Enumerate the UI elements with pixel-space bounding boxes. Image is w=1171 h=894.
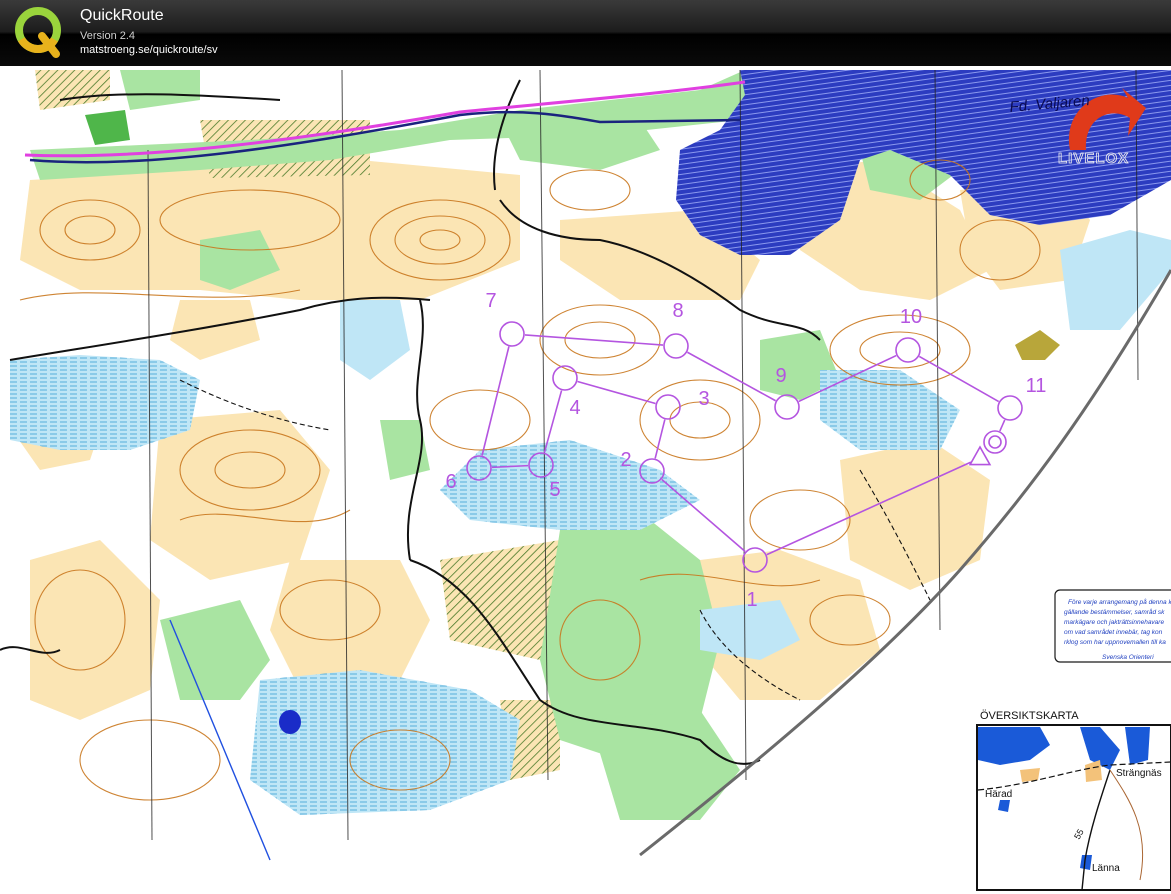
control-number-3: 3 (698, 388, 709, 410)
control-number-11: 11 (1026, 375, 1047, 397)
app-title: QuickRoute (80, 7, 164, 24)
notice-line-6: Svenska Orienteri (1102, 654, 1154, 661)
app-url[interactable]: matstroeng.se/quickroute/sv (80, 44, 218, 56)
notice-line-4: om vad samrådet innebär, tag kon (1064, 628, 1163, 636)
notice-box: Före varje arrangemang på denna k gällan… (1054, 589, 1171, 663)
orienteering-map[interactable]: LIVELOX Fd. Valjaren Före varje arrangem… (0, 66, 1171, 894)
overview-place-strangnas: Strängnäs (1116, 768, 1162, 779)
pond (279, 710, 301, 734)
notice-line-2: gällande bestämmelser, samråd sk (1064, 608, 1165, 616)
notice-line-1: Före varje arrangemang på denna k (1068, 598, 1171, 606)
control-number-9: 9 (775, 365, 786, 387)
app-version: Version 2.4 (80, 30, 136, 42)
control-number-1: 1 (746, 589, 757, 611)
notice-line-5: rklog som har uppnovemallen till ka (1064, 639, 1166, 646)
notice-line-3: markägare och jakträttsinnehavare (1064, 619, 1164, 626)
control-number-5: 5 (549, 479, 560, 501)
overview-place-lanna: Länna (1092, 863, 1120, 874)
control-number-10: 10 (900, 306, 922, 328)
overview-place-harad: Härad (985, 789, 1012, 800)
overview-title: ÖVERSIKTSKARTA (980, 710, 1079, 722)
control-number-7: 7 (485, 290, 496, 312)
control-number-8: 8 (672, 300, 683, 322)
app-title-bar: QuickRoute Version 2.4 matstroeng.se/qui… (0, 0, 1171, 66)
control-number-2: 2 (620, 449, 631, 471)
quickroute-q-logo-icon (14, 6, 61, 58)
control-number-4: 4 (569, 397, 580, 419)
livelox-logo-text: LIVELOX (1058, 150, 1129, 167)
control-number-6: 6 (445, 471, 456, 493)
overview-map: ÖVERSIKTSKARTA Strängnäs Härad Länna 55 (976, 710, 1171, 891)
